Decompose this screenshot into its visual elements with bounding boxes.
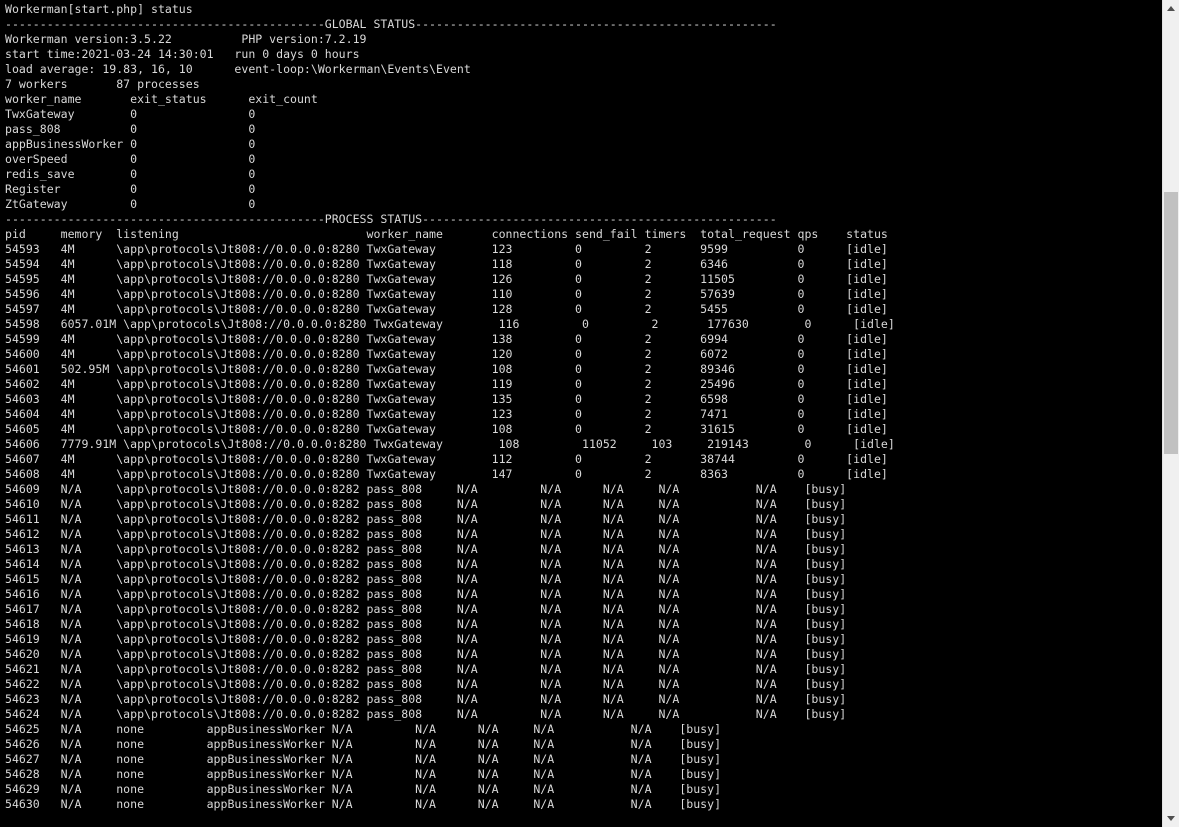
terminal-line: ----------------------------------------… [5,17,777,31]
terminal-line: TwxGateway 0 0 [5,107,256,121]
terminal-line: 54607 4M \app\protocols\Jt808://0.0.0.0:… [5,452,888,466]
terminal-line: 54618 N/A \app\protocols\Jt808://0.0.0.0… [5,617,847,631]
terminal-line: 54597 4M \app\protocols\Jt808://0.0.0.0:… [5,302,888,316]
terminal-output: Workerman[start.php] status -------------… [5,2,895,812]
scroll-up-button[interactable] [1163,0,1179,17]
terminal-line: 54621 N/A \app\protocols\Jt808://0.0.0.0… [5,662,847,676]
chevron-down-icon [1167,816,1175,821]
terminal-line: 54616 N/A \app\protocols\Jt808://0.0.0.0… [5,587,847,601]
terminal-line: Workerman version:3.5.22 PHP version:7.2… [5,32,367,46]
terminal-line: 54609 N/A \app\protocols\Jt808://0.0.0.0… [5,482,847,496]
terminal-line: Register 0 0 [5,182,256,196]
terminal-line: 54608 4M \app\protocols\Jt808://0.0.0.0:… [5,467,888,481]
terminal-line: worker_name exit_status exit_count [5,92,318,106]
scrollbar-thumb[interactable] [1164,192,1178,454]
terminal-line: 54611 N/A \app\protocols\Jt808://0.0.0.0… [5,512,847,526]
terminal-line: ZtGateway 0 0 [5,197,256,211]
terminal-line: 54598 6057.01M \app\protocols\Jt808://0.… [5,317,895,331]
terminal-line: 7 workers 87 processes [5,77,200,91]
vertical-scrollbar[interactable] [1162,0,1179,827]
terminal-line: 54606 7779.91M \app\protocols\Jt808://0.… [5,437,895,451]
terminal-line: 54622 N/A \app\protocols\Jt808://0.0.0.0… [5,677,847,691]
terminal-line: 54627 N/A none appBusinessWorker N/A N/A… [5,752,722,766]
terminal-line: 54605 4M \app\protocols\Jt808://0.0.0.0:… [5,422,888,436]
terminal-line: Workerman[start.php] status [5,2,193,16]
terminal-line: 54619 N/A \app\protocols\Jt808://0.0.0.0… [5,632,847,646]
terminal-line: 54593 4M \app\protocols\Jt808://0.0.0.0:… [5,242,888,256]
terminal-line: 54599 4M \app\protocols\Jt808://0.0.0.0:… [5,332,888,346]
scrollbar-track[interactable] [1163,17,1179,810]
terminal-line: 54626 N/A none appBusinessWorker N/A N/A… [5,737,722,751]
terminal-line: start time:2021-03-24 14:30:01 run 0 day… [5,47,360,61]
terminal-line: overSpeed 0 0 [5,152,256,166]
terminal-line: 54594 4M \app\protocols\Jt808://0.0.0.0:… [5,257,888,271]
terminal-line: 54603 4M \app\protocols\Jt808://0.0.0.0:… [5,392,888,406]
terminal-line: ----------------------------------------… [5,212,777,226]
terminal-window[interactable]: Workerman[start.php] status -------------… [0,0,1162,827]
scroll-down-button[interactable] [1163,810,1179,827]
terminal-line: 54629 N/A none appBusinessWorker N/A N/A… [5,782,722,796]
terminal-line: 54600 4M \app\protocols\Jt808://0.0.0.0:… [5,347,888,361]
terminal-line: 54612 N/A \app\protocols\Jt808://0.0.0.0… [5,527,847,541]
terminal-line: 54624 N/A \app\protocols\Jt808://0.0.0.0… [5,707,847,721]
terminal-line: pass_808 0 0 [5,122,256,136]
terminal-line: 54615 N/A \app\protocols\Jt808://0.0.0.0… [5,572,847,586]
terminal-line: 54623 N/A \app\protocols\Jt808://0.0.0.0… [5,692,847,706]
terminal-line: appBusinessWorker 0 0 [5,137,256,151]
terminal-line: 54595 4M \app\protocols\Jt808://0.0.0.0:… [5,272,888,286]
terminal-line: redis_save 0 0 [5,167,256,181]
terminal-line: 54601 502.95M \app\protocols\Jt808://0.0… [5,362,888,376]
terminal-line: 54596 4M \app\protocols\Jt808://0.0.0.0:… [5,287,888,301]
terminal-line: 54630 N/A none appBusinessWorker N/A N/A… [5,797,722,811]
chevron-up-icon [1167,6,1175,11]
terminal-line: 54604 4M \app\protocols\Jt808://0.0.0.0:… [5,407,888,421]
terminal-line: 54617 N/A \app\protocols\Jt808://0.0.0.0… [5,602,847,616]
terminal-line: pid memory listening worker_name connect… [5,227,888,241]
terminal-line: 54602 4M \app\protocols\Jt808://0.0.0.0:… [5,377,888,391]
terminal-line: 54620 N/A \app\protocols\Jt808://0.0.0.0… [5,647,847,661]
terminal-line: load average: 19.83, 16, 10 event-loop:\… [5,62,471,76]
terminal-line: 54625 N/A none appBusinessWorker N/A N/A… [5,722,722,736]
terminal-line: 54628 N/A none appBusinessWorker N/A N/A… [5,767,722,781]
terminal-line: 54610 N/A \app\protocols\Jt808://0.0.0.0… [5,497,847,511]
terminal-line: 54614 N/A \app\protocols\Jt808://0.0.0.0… [5,557,847,571]
terminal-line: 54613 N/A \app\protocols\Jt808://0.0.0.0… [5,542,847,556]
